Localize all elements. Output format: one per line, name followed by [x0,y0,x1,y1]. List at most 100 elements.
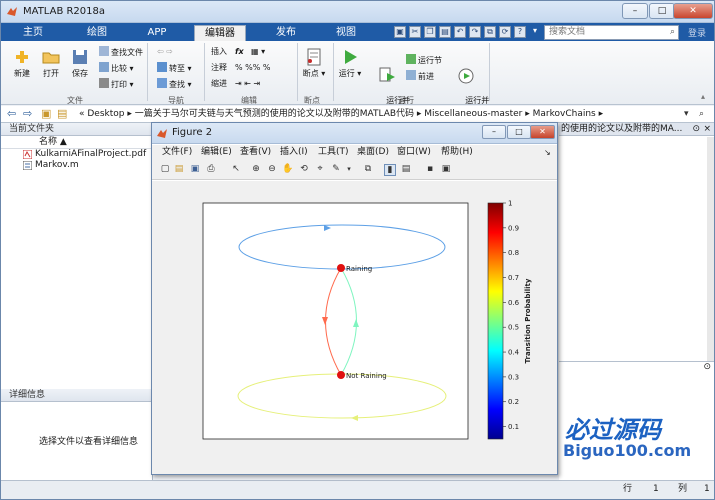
search-folder-icon[interactable]: ⌕ [699,106,704,122]
browse-folder-icon[interactable]: ▤ [57,106,67,122]
zoom-in-icon[interactable]: ⊕ [250,164,262,176]
new-figure-icon[interactable]: ▢ [159,164,171,176]
rotate-3d-icon[interactable]: ⟲ [298,164,310,176]
node-raining[interactable] [337,264,345,272]
zoom-out-icon[interactable]: ⊖ [266,164,278,176]
menu-file[interactable]: 文件(F) [162,145,192,160]
pan-icon[interactable]: ✋ [282,164,294,176]
colorbar[interactable] [487,202,504,440]
print-figure-icon[interactable]: ⎙ [205,164,217,176]
details-message: 选择文件以查看详细信息 [39,437,139,447]
link-plot-icon[interactable]: ⧉ [362,164,374,176]
save-button[interactable]: 保存 [67,47,93,79]
comment-button[interactable]: 注释 [211,62,227,74]
run-icon [345,50,357,64]
login-label[interactable]: 登录 [688,26,706,39]
goto-button[interactable]: 转至 ▾ [157,62,192,74]
breadcrumb-desktop[interactable]: Desktop [87,109,124,119]
undo-icon[interactable]: ↶ [454,26,466,38]
percent-comment-icon[interactable]: % %% % [235,62,271,74]
navigate-group-label: 导航 [168,96,184,105]
maximize-button[interactable]: □ [649,3,675,19]
refresh-icon[interactable]: ⟳ [499,26,511,38]
save-figure-icon[interactable]: ▣ [189,164,201,176]
node-not-raining[interactable] [337,371,345,379]
panel-actions-icon[interactable]: ⊙ [692,124,700,134]
tab-plots[interactable]: 绘图 [79,25,115,41]
close-button[interactable]: ✕ [673,3,713,19]
up-folder-icon[interactable]: ▣ [41,106,51,122]
tab-home[interactable]: 主页 [15,25,51,41]
data-cursor-icon[interactable]: ⌖ [314,164,326,176]
figure-minimize-button[interactable]: – [482,125,506,139]
copy-icon[interactable]: ❐ [424,26,436,38]
path-dropdown-icon[interactable]: ▾ [684,106,689,122]
new-button[interactable]: 新建 [9,47,35,79]
tab-view[interactable]: 视图 [326,25,366,41]
print-button[interactable]: 打印 ▾ [99,78,134,90]
dock-figure-icon[interactable]: ↘ [544,145,551,160]
indent-button[interactable]: 缩进 [211,78,227,90]
row-value: 1 [653,484,659,494]
figure-maximize-button[interactable]: □ [507,125,531,139]
tab-publish[interactable]: 发布 [266,25,306,41]
panel-actions-icon[interactable]: ⊙ [703,362,711,372]
advance-button[interactable]: 前进 [406,70,434,82]
quickaccess-dropdown-icon[interactable]: ▾ [529,26,541,38]
file-item[interactable]: Markov.m [1,160,152,171]
search-icon[interactable]: ⌕ [670,26,675,39]
panel-close-icon[interactable]: × [703,124,711,134]
figure-window: Figure 2 – □ ✕ 文件(F) 编辑(E) 查看(V) 插入(I) 工… [151,122,558,475]
find-button[interactable]: 查找 ▾ [157,78,192,90]
hide-plot-tools-icon[interactable]: ▪ [424,164,436,176]
open-file-icon[interactable]: ▤ [173,164,185,176]
save-quick-icon[interactable]: ▣ [394,26,406,38]
menu-insert[interactable]: 插入(I) [280,145,308,160]
insert-legend-icon[interactable]: ▤ [400,164,412,176]
fx-icon[interactable]: fx [235,46,244,58]
insert-section-icon[interactable]: ▦ ▾ [251,46,265,58]
breadcrumb-paper-folder[interactable]: 一篇关于马尔可夫链与天气预测的使用的论文以及附带的MATLAB代码 [135,109,414,119]
menu-desktop[interactable]: 桌面(D) [357,145,389,160]
search-documentation-input[interactable]: 搜索文档 ⌕ [544,25,679,40]
run-button[interactable]: 运行 ▾ [337,47,363,79]
separator [147,43,148,101]
file-item[interactable]: KulkarniAFinalProject.pdf [1,149,152,160]
brush-icon[interactable]: ✎ [330,164,342,176]
open-button[interactable]: 打开 [38,47,64,79]
edit-plot-icon[interactable]: ↖ [230,164,242,176]
new-icon [16,51,28,63]
tab-apps[interactable]: APP [139,25,175,41]
minimize-button[interactable]: – [622,3,648,19]
brush-dropdown-icon[interactable]: ▾ [343,164,355,176]
insert-colorbar-icon[interactable]: ▮ [384,164,396,176]
figure-close-button[interactable]: ✕ [530,125,555,139]
show-plot-tools-icon[interactable]: ▣ [440,164,452,176]
row-label: 行 [623,484,633,494]
find-files-button[interactable]: 查找文件 [99,46,143,58]
menu-edit[interactable]: 编辑(E) [201,145,232,160]
tab-editor[interactable]: 编辑器 [194,25,246,41]
breadcrumb-misc-folder[interactable]: Miscellaneous-master [424,109,522,119]
menu-tools[interactable]: 工具(T) [318,145,349,160]
menu-window[interactable]: 窗口(W) [397,145,431,160]
compare-button[interactable]: 比较 ▾ [99,62,134,74]
insert-button[interactable]: 插入 [211,46,227,58]
redo-icon[interactable]: ↷ [469,26,481,38]
back-forward-buttons[interactable]: ⇦ ⇨ [157,46,173,58]
switch-windows-icon[interactable]: ⧉ [484,26,496,38]
name-column-header[interactable]: 名称 ▲ [1,136,152,149]
help-icon[interactable]: ? [514,26,526,38]
collapse-ribbon-icon[interactable]: ▴ [701,91,705,103]
cut-icon[interactable]: ✂ [409,26,421,38]
indent-icons[interactable]: ⇥ ⇤ ⇥ [235,78,260,90]
vertical-scrollbar[interactable] [707,137,714,361]
forward-icon[interactable]: ⇨ [23,106,32,122]
menu-view[interactable]: 查看(V) [240,145,271,160]
breakpoints-button[interactable]: 断点 ▾ [301,47,327,79]
paste-icon[interactable]: ▤ [439,26,451,38]
menu-help[interactable]: 帮助(H) [441,145,473,160]
breadcrumb-markov-folder[interactable]: MarkovChains [533,109,596,119]
back-icon[interactable]: ⇦ [7,106,16,122]
run-section-button[interactable]: 运行节 [406,54,442,66]
